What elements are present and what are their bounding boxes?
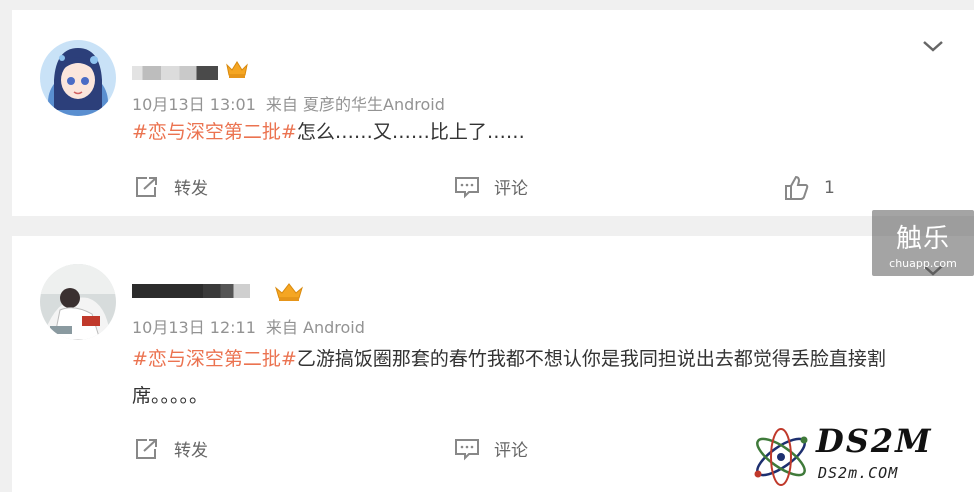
weibo-post-card: 10月13日 13:01 来自 夏彦的华生Android #恋与深空第二批#怎么…… — [12, 10, 974, 216]
post-source: 来自 夏彦的华生Android — [265, 95, 445, 114]
hashtag-link[interactable]: #恋与深空第二批# — [132, 121, 297, 143]
comment-icon — [455, 176, 479, 198]
comment-icon — [455, 438, 479, 460]
user-avatar[interactable] — [40, 264, 116, 340]
like-button[interactable]: 1 — [784, 175, 835, 201]
comment-label: 评论 — [494, 441, 528, 461]
atom-logo-icon — [754, 428, 808, 486]
post-time[interactable]: 10月13日 12:11 — [132, 318, 256, 337]
post-meta: 10月13日 12:11 来自 Android — [132, 314, 365, 338]
like-icon — [785, 175, 809, 200]
post-content: #恋与深空第二批#怎么……又……比上了…… — [132, 114, 952, 151]
post-body: 怎么……又……比上了…… — [296, 121, 525, 143]
ds2m-watermark: DS2M DS2m.COM — [748, 422, 974, 492]
comment-label: 评论 — [494, 179, 528, 199]
repost-label: 转发 — [174, 179, 208, 199]
like-count: 1 — [824, 178, 835, 198]
chevron-down-icon[interactable] — [922, 38, 944, 52]
repost-icon — [136, 176, 157, 197]
chuapp-watermark: 触乐 chuapp.com — [872, 210, 974, 276]
repost-label: 转发 — [174, 441, 208, 461]
crown-icon — [226, 60, 248, 78]
repost-button[interactable]: 转发 — [134, 436, 208, 461]
post-source: 来自 Android — [265, 318, 365, 337]
crown-icon — [274, 282, 303, 301]
watermark-title: DS2M — [816, 422, 933, 460]
post-time[interactable]: 10月13日 13:01 — [132, 95, 256, 114]
watermark-title: 触乐 — [895, 224, 950, 254]
post-content: #恋与深空第二批#乙游搞饭圈那套的春竹我都不想认你是我同担说出去都觉得丢脸直接割… — [132, 341, 952, 415]
username-redacted[interactable] — [132, 66, 218, 80]
repost-icon — [136, 438, 157, 459]
username-redacted[interactable] — [132, 284, 250, 298]
repost-button[interactable]: 转发 — [134, 174, 208, 199]
comment-button[interactable]: 评论 — [454, 436, 528, 461]
post-meta: 10月13日 13:01 来自 夏彦的华生Android — [132, 91, 445, 115]
hashtag-link[interactable]: #恋与深空第二批# — [132, 348, 297, 370]
user-avatar[interactable] — [40, 40, 116, 116]
comment-button[interactable]: 评论 — [454, 174, 528, 199]
watermark-url: DS2m.COM — [818, 464, 899, 482]
watermark-url: chuapp.com — [889, 257, 957, 270]
